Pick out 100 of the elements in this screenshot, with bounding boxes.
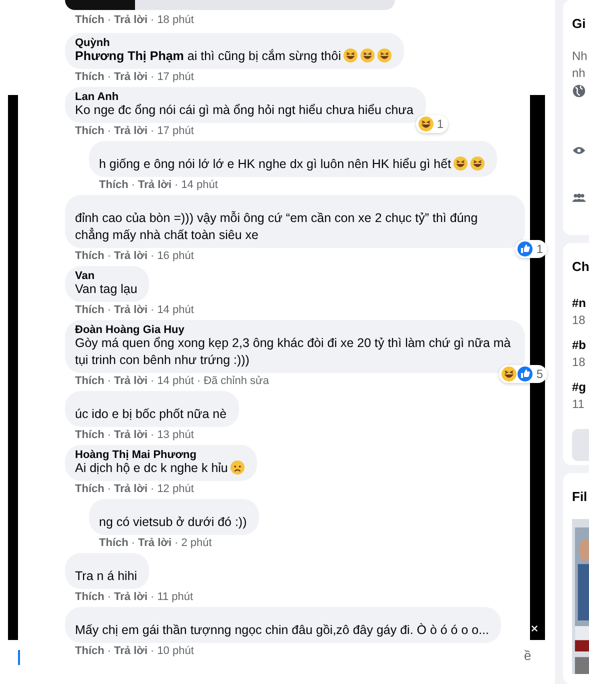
commenter-name[interactable]: Hoàng Thị Mai Phương <box>75 449 196 461</box>
reply-link[interactable]: Trả lời <box>114 124 148 138</box>
comment-time: 12 phút <box>157 482 194 496</box>
separator-dot: · <box>131 536 136 550</box>
like-link[interactable]: Thích <box>75 482 104 496</box>
separator-dot: · <box>107 13 112 27</box>
separator-dot: · <box>174 178 178 192</box>
laughing-emoji-icon <box>418 116 434 132</box>
commenter-name[interactable]: Đoàn Hoàng Gia Huy <box>75 324 184 336</box>
like-link[interactable]: Thích <box>75 374 104 388</box>
like-link[interactable]: Thích <box>75 590 104 604</box>
commenter-name[interactable]: Lan Anh <box>75 91 119 103</box>
reply-link[interactable]: Trả lời <box>114 428 148 442</box>
separator-dot: · <box>150 428 154 442</box>
separator-dot: · <box>107 428 112 442</box>
comment-time: 16 phút <box>157 249 194 263</box>
commenter-name[interactable]: Van <box>75 270 95 282</box>
text-fragment: ề <box>524 648 532 663</box>
reply-link[interactable]: Trả lời <box>114 374 148 388</box>
post-count: 18 <box>572 354 586 371</box>
edited-label: Đã chỉnh sửa <box>204 374 270 388</box>
separator-dot: · <box>107 482 112 496</box>
text-cursor <box>18 650 20 665</box>
reply-link[interactable]: Trả lời <box>114 303 148 317</box>
reply-link[interactable]: Trả lời <box>114 70 148 84</box>
comment-text: Ko nge đc ổng nói cái gì mà ổng hỏi ngt hiểu chưa hiểu chưa <box>75 103 414 117</box>
comment-text: Ai dịch hộ e dc k nghe k hỉu <box>75 461 228 475</box>
like-link[interactable]: Thích <box>75 644 104 658</box>
comment-time: 11 phút <box>157 590 194 604</box>
separator-dot: · <box>150 13 154 27</box>
comment-text: Tra n á hihi <box>75 569 138 583</box>
close-icon[interactable] <box>531 625 538 632</box>
like-link[interactable]: Thích <box>75 249 104 263</box>
separator-dot: · <box>107 124 112 138</box>
laughing-emoji-icon <box>470 156 486 171</box>
laughing-emoji-icon <box>376 48 392 63</box>
comment-time: 14 phút <box>157 303 194 317</box>
like-link[interactable]: Thích <box>75 303 104 317</box>
laughing-emoji-icon <box>342 48 358 63</box>
comment-time: 2 phút <box>181 536 212 550</box>
sad-emoji-icon <box>230 460 245 475</box>
separator-dot: · <box>107 303 112 317</box>
comment-text: Phương Thị Phạm ai thì cũng bị cắm sừng thôi <box>75 49 341 63</box>
comment-time: 13 phút <box>157 428 194 442</box>
separator-dot: · <box>150 644 154 658</box>
card-title: Fil <box>572 488 588 506</box>
card-text: Nh <box>572 48 588 65</box>
like-link[interactable]: Thích <box>99 178 128 192</box>
comment-text: Van tag lạu <box>75 282 138 296</box>
card-title: Ch <box>572 258 589 276</box>
separator-dot: · <box>131 178 136 192</box>
separator-dot: · <box>196 374 201 388</box>
separator-dot: · <box>107 70 112 84</box>
separator-dot: · <box>150 482 154 496</box>
reply-link[interactable]: Trả lời <box>138 178 172 192</box>
hashtag-link[interactable]: #g <box>572 379 589 396</box>
separator-dot: · <box>107 374 112 388</box>
laughing-emoji-icon <box>360 48 375 63</box>
comment-time: 18 phút <box>157 13 194 27</box>
separator-dot: · <box>107 644 112 658</box>
eye-icon <box>572 146 586 155</box>
comment-time: 17 phút <box>157 70 194 84</box>
comment-text: đỉnh cao của bòn =))) vậy mỗi ông cứ “em cần con xe 2 chục tỷ” thì đúng chẳng mấy nhà chất toàn siêu xe <box>75 211 478 242</box>
separator-dot: · <box>150 303 154 317</box>
separator-dot: · <box>150 249 154 263</box>
hashtag-link[interactable]: #n <box>572 295 589 312</box>
commenter-name[interactable]: Quỳnh <box>75 37 110 49</box>
reaction-badge[interactable]: 1 <box>515 240 547 258</box>
hashtag-link[interactable]: #b <box>572 337 589 354</box>
comment-text: Gòy má quen ổng xong kẹp 2,3 ông khác đòi đi xe 20 tỷ thì làm chứ gì nữa mà tụi trinh con bênh như trứng :))) <box>75 336 511 367</box>
comment-text: ng có vietsub ở dưới đó :)) <box>99 515 247 529</box>
post-count: 11 <box>572 396 586 413</box>
reply-link[interactable]: Trả lời <box>114 249 148 263</box>
separator-dot: · <box>150 124 154 138</box>
reaction-badge[interactable]: 5 <box>499 365 547 383</box>
like-link[interactable]: Thích <box>75 70 104 84</box>
like-link[interactable]: Thích <box>99 536 128 550</box>
like-link[interactable]: Thích <box>75 124 104 138</box>
separator-dot: · <box>150 70 154 84</box>
comment-time: 14 phút <box>181 178 218 192</box>
separator-dot: · <box>150 590 154 604</box>
comment-time: 10 phút <box>157 644 194 658</box>
separator-dot: · <box>107 249 112 263</box>
separator-dot: · <box>150 374 154 388</box>
people-icon <box>572 193 586 202</box>
comment-text: úc ido e bị bốc phốt nữa nè <box>75 407 227 421</box>
comment-time: 14 phút <box>157 374 194 388</box>
post-count: 18 <box>572 312 586 329</box>
card-title: Gi <box>572 15 587 33</box>
comment-time: 17 phút <box>157 124 194 138</box>
reaction-badge[interactable]: 1 <box>416 115 448 133</box>
reply-link[interactable]: Trả lời <box>138 536 172 550</box>
reply-link[interactable]: Trả lời <box>114 590 148 604</box>
laughing-emoji-icon <box>501 366 518 382</box>
separator-dot: · <box>174 536 178 550</box>
reply-link[interactable]: Trả lời <box>114 644 148 658</box>
like-link[interactable]: Thích <box>75 13 104 27</box>
reply-link[interactable]: Trả lời <box>114 13 148 27</box>
reply-link[interactable]: Trả lời <box>114 482 148 496</box>
like-link[interactable]: Thích <box>75 428 104 442</box>
